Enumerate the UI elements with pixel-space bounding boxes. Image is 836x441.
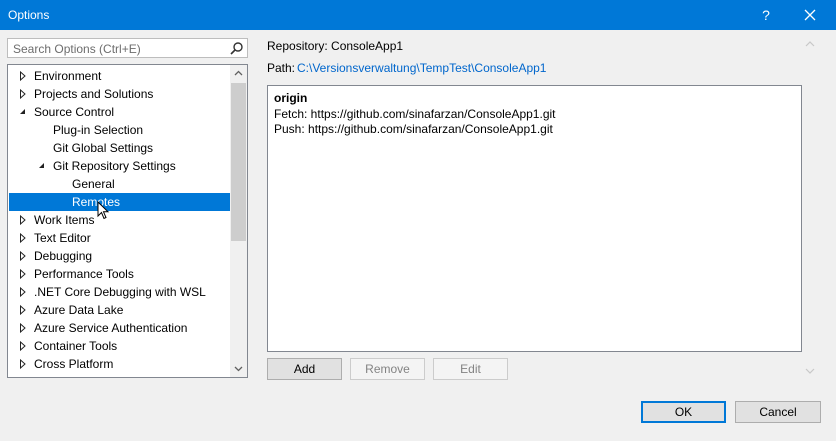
tree-item-label: Plug-in Selection xyxy=(53,123,144,137)
tree-item-label: Container Tools xyxy=(34,339,118,353)
tree-item[interactable]: Container Tools xyxy=(9,337,231,355)
help-button[interactable]: ? xyxy=(754,3,778,27)
tree-item[interactable]: Git Global Settings xyxy=(9,139,231,157)
search-options-input[interactable]: Search Options (Ctrl+E) xyxy=(7,38,248,58)
cancel-button[interactable]: Cancel xyxy=(735,401,821,423)
collapsed-arrow-icon[interactable] xyxy=(18,283,28,301)
close-icon xyxy=(804,9,816,21)
chevron-down-icon xyxy=(805,368,815,374)
repository-label: Repository: ConsoleApp1 xyxy=(267,39,404,53)
tree-item[interactable]: .NET Core Debugging with WSL xyxy=(9,283,231,301)
remote-fetch-url: Fetch: https://github.com/sinafarzan/Con… xyxy=(274,107,556,121)
tree-item[interactable]: Cross Platform xyxy=(9,355,231,373)
tree-item-label: Git Global Settings xyxy=(53,141,154,155)
collapsed-arrow-icon[interactable] xyxy=(18,229,28,247)
tree-item-label: Debugging xyxy=(34,249,93,263)
tree-item-label: Performance Tools xyxy=(34,267,134,281)
tree-item[interactable]: Debugging xyxy=(9,247,231,265)
remote-push-url: Push: https://github.com/sinafarzan/Cons… xyxy=(274,122,553,136)
path-label: Path: xyxy=(267,61,296,75)
tree-item[interactable]: Environment xyxy=(9,67,231,85)
tree-item[interactable]: Performance Tools xyxy=(9,265,231,283)
tree-item[interactable]: Azure Service Authentication xyxy=(9,319,231,337)
tree-item-label: Git Repository Settings xyxy=(53,159,176,173)
path-link[interactable]: C:\Versionsverwaltung\TempTest\ConsoleAp… xyxy=(297,61,546,75)
collapsed-arrow-icon[interactable] xyxy=(18,85,28,103)
collapsed-arrow-icon[interactable] xyxy=(18,319,28,337)
tree-item-label: .NET Core Debugging with WSL xyxy=(34,285,206,299)
title-bar: Options ? xyxy=(0,0,836,30)
tree-item[interactable]: Source Control xyxy=(9,103,231,121)
search-placeholder: Search Options (Ctrl+E) xyxy=(13,42,141,56)
tree-item[interactable]: Git Repository Settings xyxy=(9,157,231,175)
expanded-arrow-icon[interactable] xyxy=(37,157,47,175)
tree-item-label: Azure Data Lake xyxy=(34,303,124,317)
tree-item-label: Environment xyxy=(34,69,102,83)
remove-button[interactable]: Remove xyxy=(350,358,425,380)
tree-item[interactable]: Projects and Solutions xyxy=(9,85,231,103)
collapsed-arrow-icon[interactable] xyxy=(18,67,28,85)
collapsed-arrow-icon[interactable] xyxy=(18,211,28,229)
scrollbar-thumb[interactable] xyxy=(231,83,246,241)
remotes-list[interactable]: origin Fetch: https://github.com/sinafar… xyxy=(267,85,802,352)
options-tree[interactable]: Cross Platform Container Tools Azure Servi… xyxy=(7,64,248,378)
chevron-up-icon xyxy=(805,41,815,47)
tree-item-label: Remotes xyxy=(72,195,121,209)
tree-item[interactable]: Work Items xyxy=(9,211,231,229)
tree-item[interactable]: Plug-in Selection xyxy=(9,121,231,139)
tree-item-label: General xyxy=(72,177,115,191)
scroll-up-icon[interactable] xyxy=(230,65,247,82)
collapsed-arrow-icon[interactable] xyxy=(18,301,28,319)
tree-item-label: Work Items xyxy=(34,213,95,227)
collapsed-arrow-icon[interactable] xyxy=(18,337,28,355)
tree-item-label: Cross Platform xyxy=(34,357,114,371)
edit-button[interactable]: Edit xyxy=(433,358,508,380)
tree-scrollbar[interactable] xyxy=(230,65,247,377)
remote-name: origin xyxy=(274,91,308,105)
search-icon xyxy=(230,42,243,55)
collapsed-arrow-icon[interactable] xyxy=(18,247,28,265)
tree-item[interactable]: General xyxy=(9,175,231,193)
collapsed-arrow-icon[interactable] xyxy=(18,355,28,373)
tree-item-label: Azure Service Authentication xyxy=(34,321,188,335)
add-button[interactable]: Add xyxy=(267,358,342,380)
tree-item[interactable]: Remotes xyxy=(9,193,231,211)
collapsed-arrow-icon[interactable] xyxy=(18,265,28,283)
close-button[interactable] xyxy=(796,3,824,27)
tree-item[interactable]: Azure Data Lake xyxy=(9,301,231,319)
ok-button[interactable]: OK xyxy=(641,401,726,423)
tree-item-label: Text Editor xyxy=(34,231,91,245)
scroll-down-icon[interactable] xyxy=(230,360,247,377)
expanded-arrow-icon[interactable] xyxy=(18,103,28,121)
tree-item-label: Projects and Solutions xyxy=(34,87,154,101)
tree-item-label: Source Control xyxy=(34,105,115,119)
tree-item[interactable]: Text Editor xyxy=(9,229,231,247)
window-title: Options xyxy=(8,8,50,22)
